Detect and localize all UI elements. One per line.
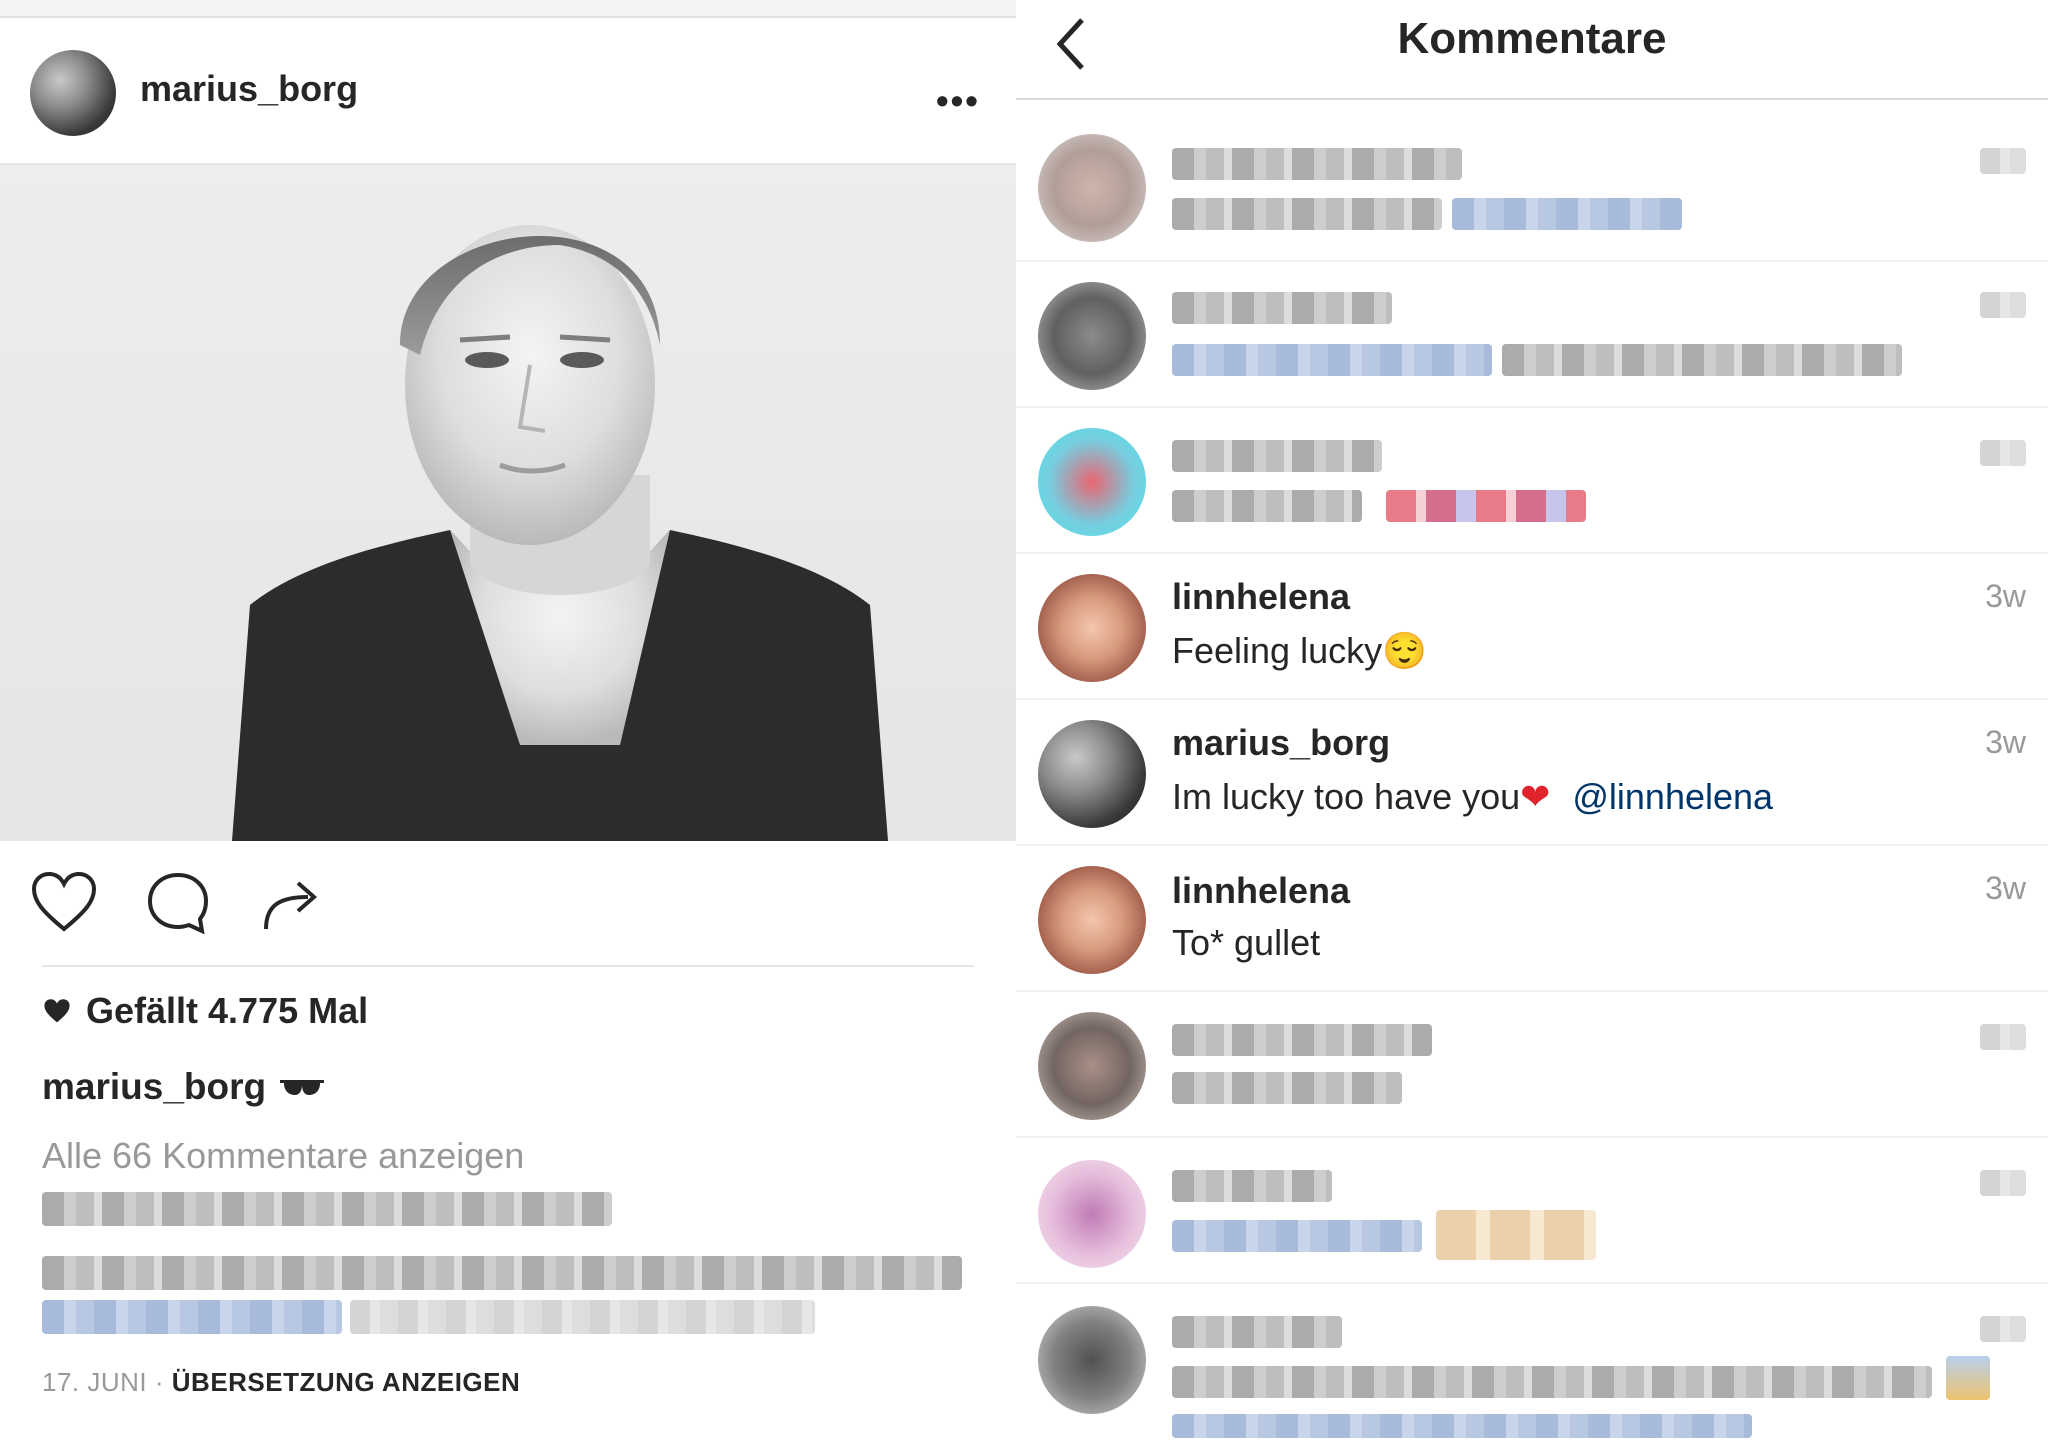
blurred-emoji [1386,490,1586,522]
blurred-username [1172,1170,1332,1202]
comments-panel: Kommentare linnhelena Feeling lucky😌 3w [1016,0,2048,1441]
blurred-time [1980,440,2026,466]
more-dots-icon[interactable]: ••• [936,80,980,122]
blurred-username [1172,1024,1432,1056]
blurred-mention [42,1300,342,1334]
blurred-comment [42,1192,612,1226]
blurred-time [1980,1170,2026,1196]
date-separator: · [147,1367,172,1397]
comments-nav-bar: Kommentare [1016,0,2048,100]
blurred-text [1172,1072,1402,1104]
likes-text: Gefällt 4.775 Mal [86,990,369,1031]
blurred-emoji [1436,1210,1596,1260]
relieved-emoji: 😌 [1382,630,1427,671]
comment-avatar[interactable] [1038,1160,1146,1268]
comments-title: Kommentare [1397,14,1667,63]
blurred-time [1980,148,2026,174]
comment-username[interactable]: marius_borg [1172,722,1390,764]
comment-row-blurred[interactable] [1016,262,2048,408]
blurred-username [1172,148,1462,180]
comment-avatar[interactable] [1038,282,1146,390]
blurred-text [1172,1366,1932,1398]
likes-count[interactable]: Gefällt 4.775 Mal [42,990,368,1032]
view-all-comments-link[interactable]: Alle 66 Kommentare anzeigen [42,1135,524,1177]
blurred-text [1172,490,1362,522]
translate-link[interactable]: ÜBERSETZUNG ANZEIGEN [172,1367,521,1397]
comment-avatar[interactable] [1038,1012,1146,1120]
comment-text: Im lucky too have you❤ @linnhelena [1172,776,1773,818]
caption: marius_borg [42,1066,326,1108]
comment-row-blurred[interactable] [1016,408,2048,554]
post-date-line: 17. JUNI · ÜBERSETZUNG ANZEIGEN [42,1367,520,1398]
comment-row-blurred[interactable] [1016,116,2048,262]
blurred-emoji [1946,1356,1990,1400]
comment-time: 3w [1985,724,2026,760]
share-icon[interactable] [262,875,324,933]
post-date: 17. JUNI [42,1367,148,1397]
comment-row[interactable]: marius_borg Im lucky too have you❤ @linn… [1016,700,2048,846]
comment-avatar[interactable] [1038,720,1146,828]
comment-row-blurred[interactable] [1016,992,2048,1138]
comment-avatar[interactable] [1038,574,1146,682]
blurred-username [1172,292,1392,324]
comment-row[interactable]: linnhelena To* gullet 3w [1016,846,2048,992]
comment-icon[interactable] [146,871,210,935]
post-username[interactable]: marius_borg [140,68,358,110]
comment-avatar[interactable] [1038,866,1146,974]
blurred-username [1172,1316,1342,1348]
post-panel: marius_borg ••• Gefällt 4.775 Mal marius… [0,0,1016,1441]
status-bar [0,0,1016,18]
heart-filled-icon [44,999,70,1023]
blurred-comment [350,1300,815,1334]
post-avatar[interactable] [30,50,116,136]
comment-text: To* gullet [1172,922,1321,963]
blurred-mention [1172,344,1492,376]
comment-body: Im lucky too have you [1172,776,1521,817]
mention-link[interactable]: @linnhelena [1572,776,1773,817]
post-header: marius_borg ••• [0,20,1016,165]
blurred-text [1172,198,1442,230]
comment-time: 3w [1985,870,2026,906]
blurred-mention [1172,1414,1752,1438]
comment-row[interactable]: linnhelena Feeling lucky😌 3w [1016,554,2048,700]
portrait-image [232,225,888,841]
blurred-time [1980,1316,2026,1342]
blurred-mention [1172,1220,1422,1252]
blurred-time [1980,292,2026,318]
comment-row-blurred[interactable] [1016,1138,2048,1284]
comment-avatar[interactable] [1038,428,1146,536]
blurred-text [1502,344,1902,376]
blurred-time [1980,1024,2026,1050]
blurred-mention [1452,198,1682,230]
comment-body: Feeling lucky [1172,630,1383,671]
sunglasses-emoji [280,1080,325,1095]
comment-username[interactable]: linnhelena [1172,576,1350,618]
heart-icon[interactable] [30,871,98,933]
blurred-username [1172,440,1382,472]
actions-divider [42,965,974,967]
comment-time: 3w [1985,578,2026,614]
caption-username[interactable]: marius_borg [42,1066,266,1108]
blurred-comment [42,1256,962,1290]
red-heart-emoji: ❤ [1520,776,1551,817]
comment-avatar[interactable] [1038,1306,1146,1414]
comment-avatar[interactable] [1038,134,1146,242]
comment-username[interactable]: linnhelena [1172,870,1350,912]
comment-row-blurred[interactable] [1016,1284,2048,1441]
post-actions [0,841,1016,966]
post-photo[interactable] [0,165,1016,841]
comment-text: Feeling lucky😌 [1172,630,1427,672]
